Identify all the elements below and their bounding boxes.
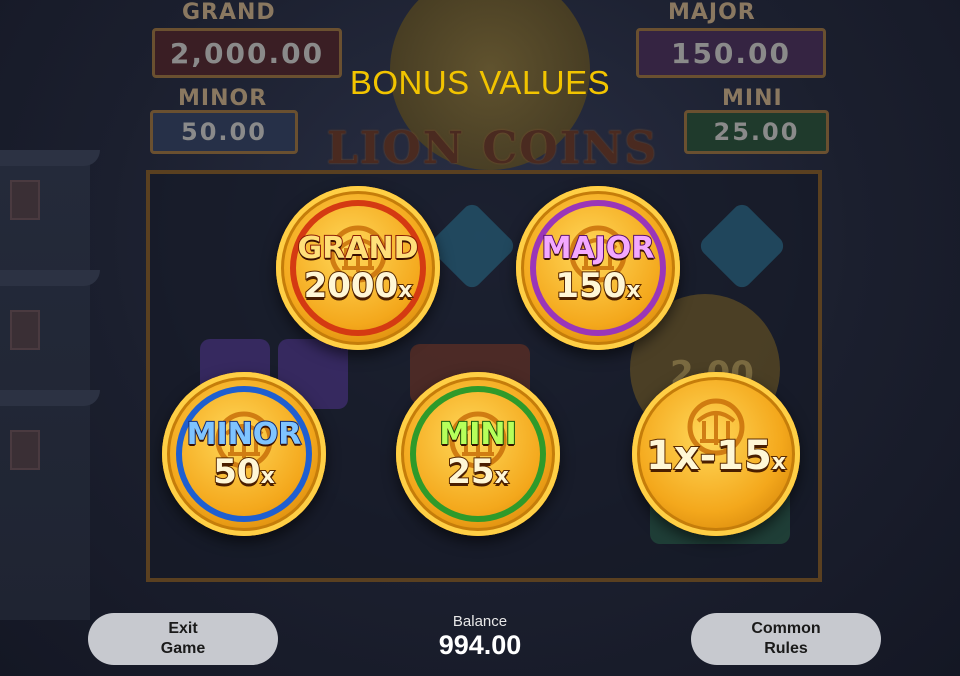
coin-multiplier: 1x-15x (645, 432, 787, 480)
minor-coin: MINOR 50x (162, 372, 326, 536)
jackpot-label-grand: GRAND (182, 0, 276, 25)
jackpot-value-minor: 50.00 (150, 110, 298, 154)
coin-multiplier: 25x (446, 451, 510, 493)
coin-name: MINOR (186, 416, 303, 453)
coin-name: GRAND (297, 230, 420, 267)
coin-name: MINI (438, 416, 517, 453)
grand-coin: GRAND 2000x (276, 186, 440, 350)
major-coin: MAJOR 150x (516, 186, 680, 350)
coin-multiplier: 150x (554, 265, 641, 307)
game-logo: LION COINS (326, 122, 659, 174)
jackpot-label-major: MAJOR (668, 0, 756, 25)
common-rules-button[interactable]: Common Rules (691, 613, 881, 665)
multiplier-range-coin: 1x-15x (632, 372, 800, 536)
coin-multiplier: 50x (212, 451, 276, 493)
coin-name: MAJOR (541, 230, 656, 267)
mini-coin: MINI 25x (396, 372, 560, 536)
coin-multiplier: 2000x (303, 265, 414, 307)
page-title: BONUS VALUES (349, 64, 611, 101)
pagoda-building (0, 150, 100, 620)
jackpot-value-mini: 25.00 (684, 110, 829, 154)
